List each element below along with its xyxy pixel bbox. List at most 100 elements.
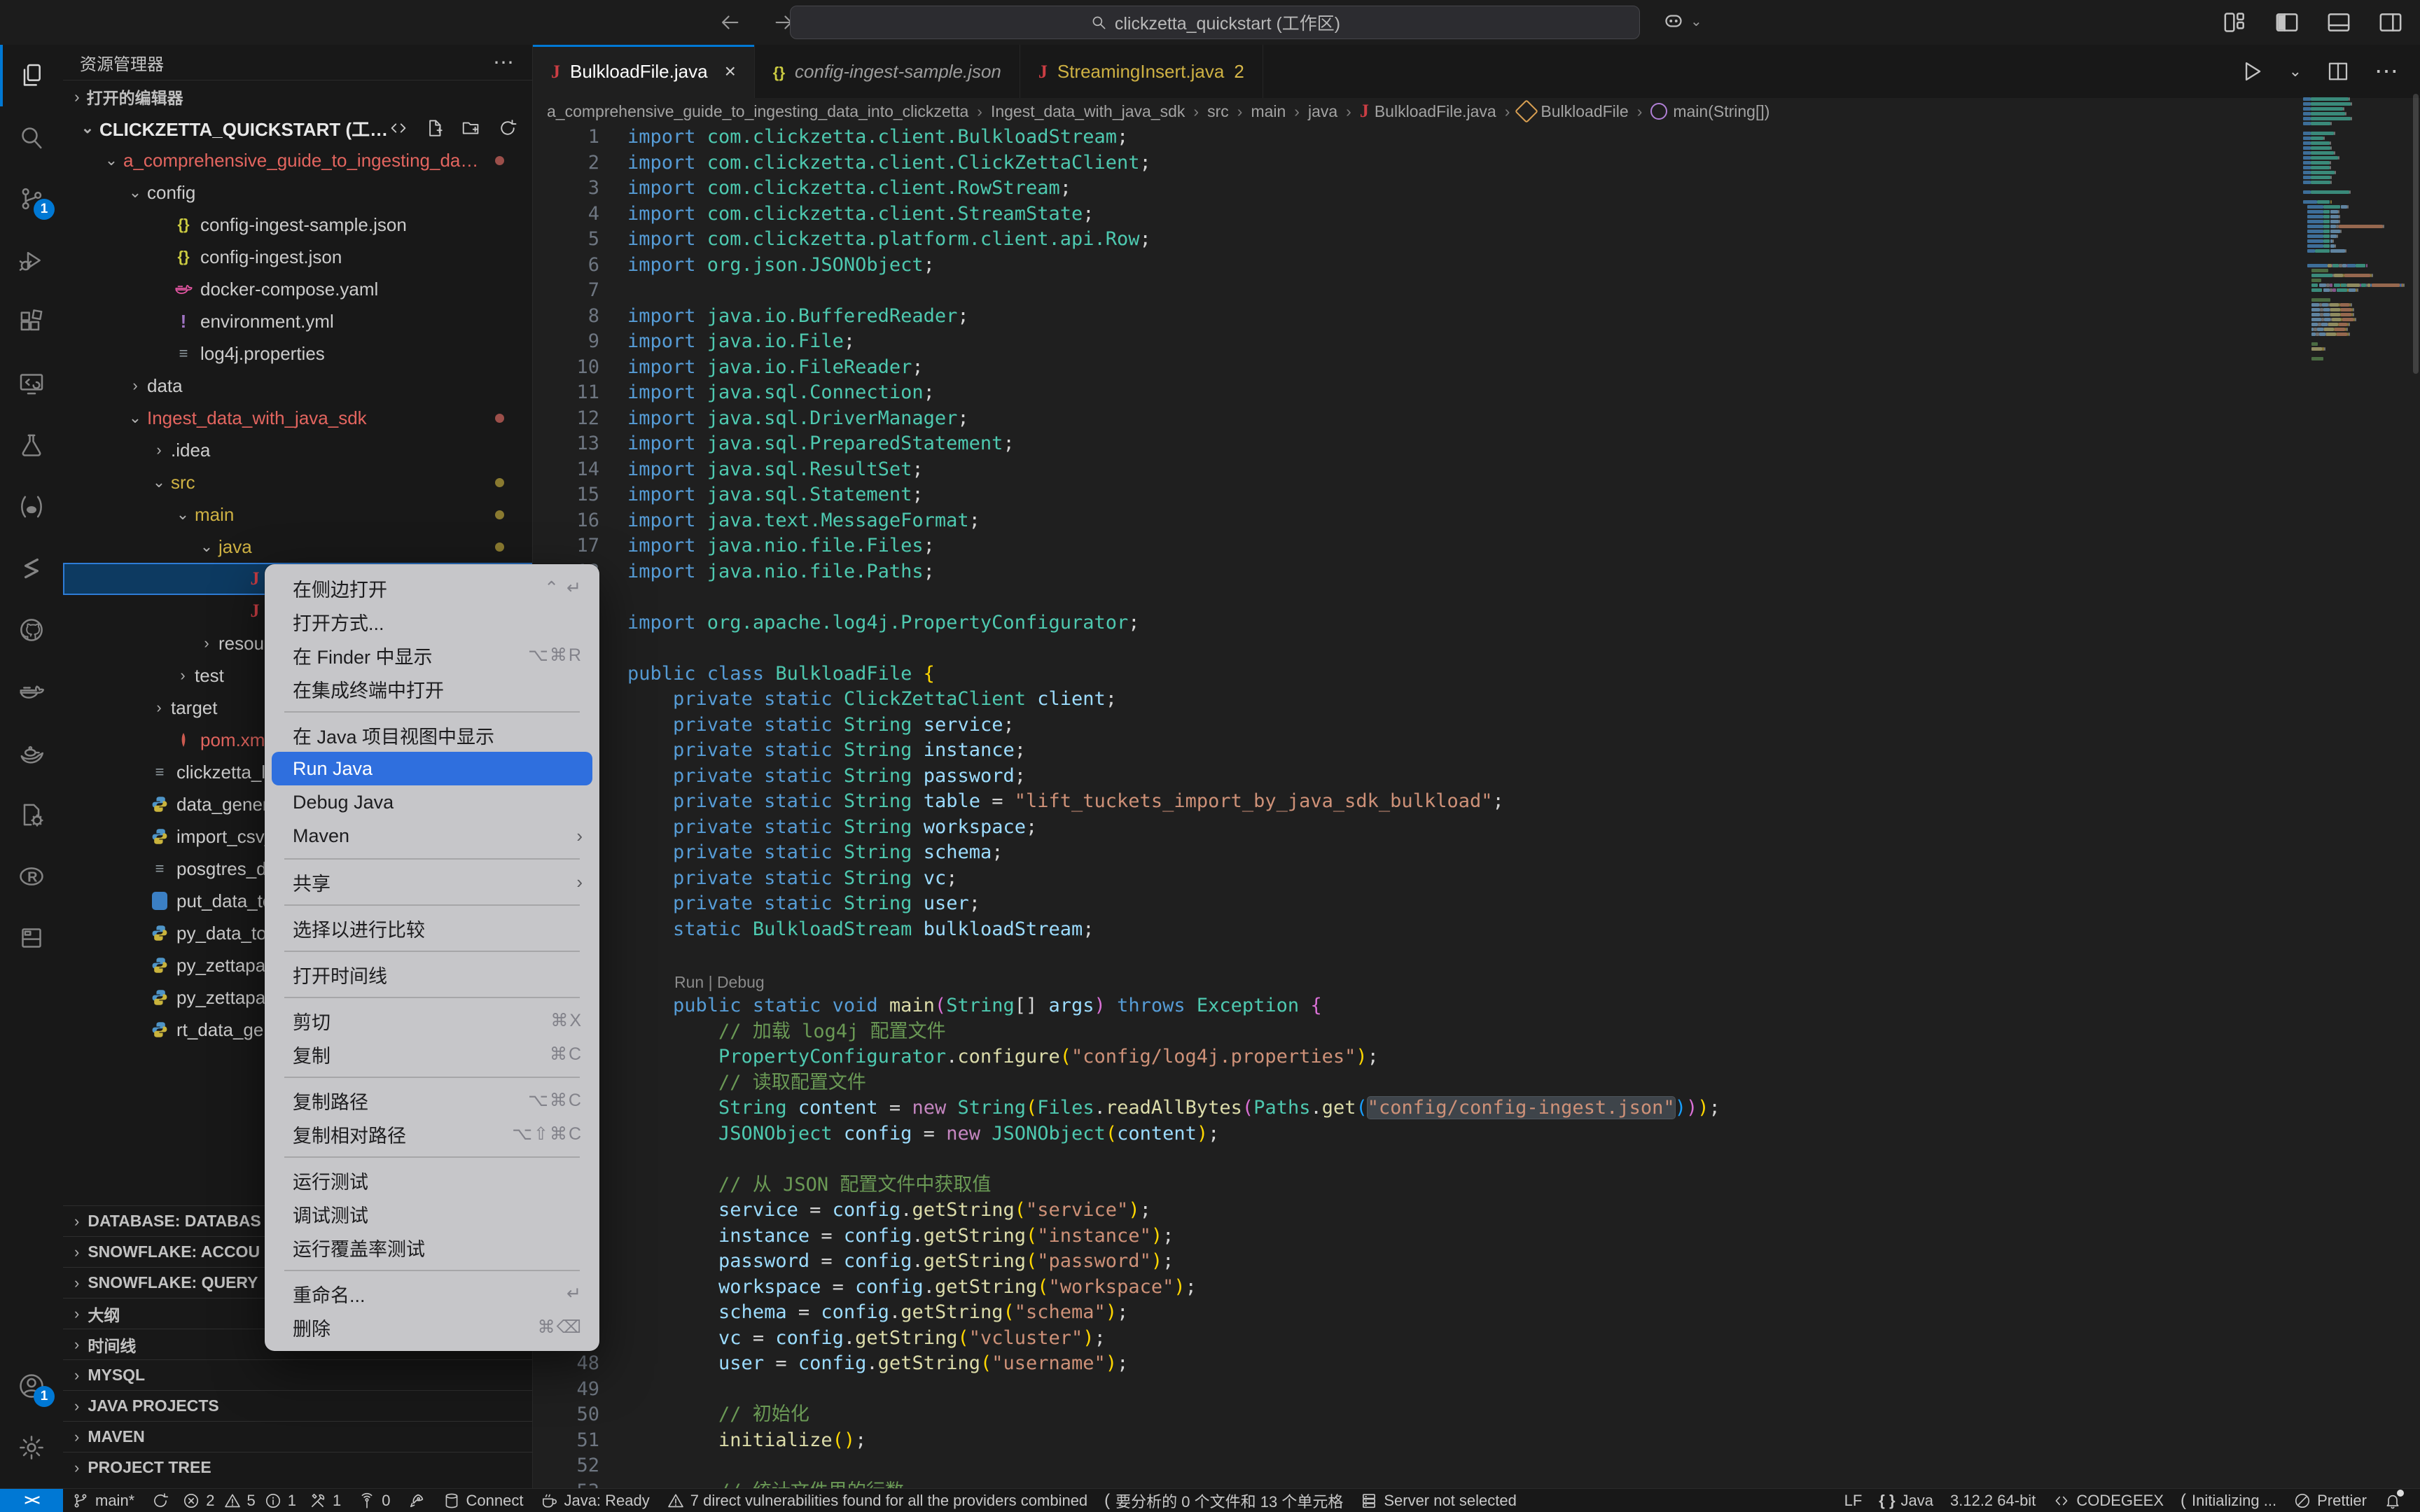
breadcrumb-item[interactable]: java xyxy=(1308,102,1337,121)
status-tools-1[interactable]: 1 xyxy=(300,1492,349,1510)
activity-code-file-gear-icon[interactable] xyxy=(0,784,63,846)
close-icon[interactable]: × xyxy=(725,60,736,83)
breadcrumb-item[interactable]: JBulkloadFile.java xyxy=(1360,101,1496,122)
menu-item-复制[interactable]: 复制⌘C xyxy=(272,1037,592,1071)
menu-item-删除[interactable]: 删除⌘⌫ xyxy=(272,1310,592,1344)
activity-source-control-icon[interactable]: 1 xyxy=(0,168,63,230)
chevron-down-icon[interactable]: ⌄ xyxy=(2289,62,2302,80)
split-editor-icon[interactable] xyxy=(2325,59,2351,84)
tree-item-environment-yml[interactable]: !environment.yml xyxy=(63,305,532,337)
tab-config-ingest-sample-json[interactable]: {}config-ingest-sample.json xyxy=(755,45,1020,98)
refresh-icon[interactable] xyxy=(497,118,518,139)
status-error-2[interactable]: 2 xyxy=(178,1492,218,1510)
tree-item-data[interactable]: ›data xyxy=(63,370,532,402)
status-slash-prettier[interactable]: Prettier xyxy=(2285,1492,2375,1510)
section-java-projects[interactable]: ›JAVA PROJECTS xyxy=(63,1390,532,1421)
activity-explorer-icon[interactable] xyxy=(0,45,63,106)
tree-item-main[interactable]: ⌄main xyxy=(63,498,532,531)
remote-indicator[interactable]: >< xyxy=(0,1489,63,1512)
minimap[interactable] xyxy=(2303,97,2408,361)
open-editors-section[interactable]: › 打开的编辑器 xyxy=(63,80,532,113)
activity-docker-icon[interactable] xyxy=(0,661,63,722)
status-coffee-Java[interactable]: Java: Ready xyxy=(531,1492,658,1510)
status-sync[interactable] xyxy=(143,1492,178,1510)
menu-item-共享[interactable]: 共享› xyxy=(272,865,592,899)
tree-root[interactable]: ⌄CLICKZETTA_QUICKSTART (工… xyxy=(63,112,532,144)
panel-right-icon[interactable] xyxy=(2375,7,2406,38)
menu-item-复制路径[interactable]: 复制路径⌥⌘C xyxy=(272,1084,592,1117)
codelens-run-debug[interactable]: Run | Debug xyxy=(674,969,765,995)
tree-item-log4j-properties[interactable]: ≡log4j.properties xyxy=(63,337,532,370)
tree-item-src[interactable]: ⌄src xyxy=(63,466,532,498)
menu-item-选择以进行比较[interactable]: 选择以进行比较 xyxy=(272,911,592,945)
activity-notebook-icon[interactable] xyxy=(0,907,63,969)
tree-item-docker-compose-yaml[interactable]: docker-compose.yaml xyxy=(63,273,532,305)
tab-streaminginsert-java[interactable]: JStreamingInsert.java2 xyxy=(1020,45,1263,98)
status--3-12-2-64-bit[interactable]: 3.12.2 64-bit xyxy=(1942,1492,2044,1510)
tree-item-java[interactable]: ⌄java xyxy=(63,531,532,563)
new-file-icon[interactable] xyxy=(424,118,445,139)
ellipsis-icon[interactable]: ⋯ xyxy=(2374,57,2400,85)
menu-item-run-java[interactable]: Run Java xyxy=(272,752,592,785)
breadcrumb-item[interactable]: a_comprehensive_guide_to_ingesting_data_… xyxy=(547,102,968,121)
breadcrumb-item[interactable]: main xyxy=(1251,102,1286,121)
menu-item-调试测试[interactable]: 调试测试 xyxy=(272,1197,592,1231)
section-maven[interactable]: ›MAVEN xyxy=(63,1421,532,1452)
activity-accounts-icon[interactable]: 1 xyxy=(0,1355,63,1417)
section-project-tree[interactable]: ›PROJECT TREE xyxy=(63,1452,532,1483)
status-antenna-0[interactable]: 0 xyxy=(349,1492,398,1510)
nav-back-icon[interactable] xyxy=(714,7,745,38)
menu-item-剪切[interactable]: 剪切⌘X xyxy=(272,1004,592,1037)
menu-item-在侧边打开[interactable]: 在侧边打开⌃ ↵ xyxy=(272,571,592,605)
section-mysql[interactable]: ›MYSQL xyxy=(63,1359,532,1390)
breadcrumb-item[interactable]: BulkloadFile xyxy=(1518,102,1628,121)
command-center-search[interactable]: clickzetta_quickstart (工作区) xyxy=(790,6,1640,39)
breadcrumb[interactable]: a_comprehensive_guide_to_ingesting_data_… xyxy=(533,98,2420,125)
new-folder-icon[interactable] xyxy=(461,118,482,139)
tree-item-ingest-data-with-java-sdk[interactable]: ⌄Ingest_data_with_java_sdk xyxy=(63,402,532,434)
menu-item-运行测试[interactable]: 运行测试 xyxy=(272,1163,592,1197)
status-paren-initializing-[interactable]: (Initializing ... xyxy=(2172,1491,2285,1511)
status-info-1[interactable]: 1 xyxy=(260,1492,300,1510)
status-paren-要分析的[interactable]: (要分析的 0 个文件和 13 个单元格 xyxy=(1096,1490,1351,1512)
menu-item-重命名-[interactable]: 重命名...↵ xyxy=(272,1277,592,1310)
activity-remote-explorer-icon[interactable] xyxy=(0,353,63,414)
layout-grid-icon[interactable] xyxy=(2220,7,2251,38)
status-server-Server[interactable]: Server not selected xyxy=(1351,1492,1525,1510)
run-icon[interactable] xyxy=(2239,58,2265,85)
status-rocket[interactable] xyxy=(399,1492,434,1510)
menu-item-运行覆盖率测试[interactable]: 运行覆盖率测试 xyxy=(272,1231,592,1264)
tree-item--idea[interactable]: ›.idea xyxy=(63,434,532,466)
activity-genie-lamp-icon[interactable] xyxy=(0,722,63,784)
editor-scrollbar[interactable] xyxy=(2413,94,2419,374)
tree-item-a-comprehensive-guide-to-ingesting-da-[interactable]: ⌄a_comprehensive_guide_to_ingesting_da… xyxy=(63,144,532,176)
code-editor[interactable]: 1import com.clickzetta.client.BulkloadSt… xyxy=(533,125,2420,1488)
panel-bottom-icon[interactable] xyxy=(2323,7,2354,38)
menu-item-打开方式-[interactable]: 打开方式... xyxy=(272,605,592,638)
tab-bulkloadfile-java[interactable]: JBulkloadFile.java× xyxy=(533,45,755,98)
activity-github-icon[interactable] xyxy=(0,599,63,661)
status--lf[interactable]: LF xyxy=(1836,1492,1871,1510)
status-database-Connect[interactable]: Connect xyxy=(434,1492,532,1510)
menu-item-在-finder-中显示[interactable]: 在 Finder 中显示⌥⌘R xyxy=(272,638,592,672)
breadcrumb-item[interactable]: Ingest_data_with_java_sdk xyxy=(991,102,1185,121)
menu-item-在集成终端中打开[interactable]: 在集成终端中打开 xyxy=(272,672,592,706)
copilot-menu[interactable]: ⌄ xyxy=(1661,8,1702,34)
status-codegeex-codegeex[interactable]: CODEGEEX xyxy=(2044,1492,2172,1510)
tree-item-config[interactable]: ⌄config xyxy=(63,176,532,209)
status-warning-5[interactable]: 5 xyxy=(219,1492,260,1510)
activity-search-icon[interactable] xyxy=(0,106,63,168)
status-bell[interactable] xyxy=(2375,1492,2410,1510)
activity-run-and-debug-icon[interactable] xyxy=(0,230,63,291)
activity-testing-icon[interactable] xyxy=(0,414,63,476)
menu-item-maven[interactable]: Maven› xyxy=(272,819,592,853)
menu-item-打开时间线[interactable]: 打开时间线 xyxy=(272,958,592,991)
tree-item-config-ingest-sample-json[interactable]: {}config-ingest-sample.json xyxy=(63,209,532,241)
sidebar-more-icon[interactable]: ⋯ xyxy=(493,50,515,75)
activity-extensions-icon[interactable] xyxy=(0,291,63,353)
breadcrumb-item[interactable]: src xyxy=(1207,102,1229,121)
menu-item-debug-java[interactable]: Debug Java xyxy=(272,785,592,819)
breadcrumb-item[interactable]: main(String[]) xyxy=(1650,102,1769,121)
activity-zetta-s-icon[interactable] xyxy=(0,538,63,599)
menu-item-在-java-项目视图中显示[interactable]: 在 Java 项目视图中显示 xyxy=(272,718,592,752)
